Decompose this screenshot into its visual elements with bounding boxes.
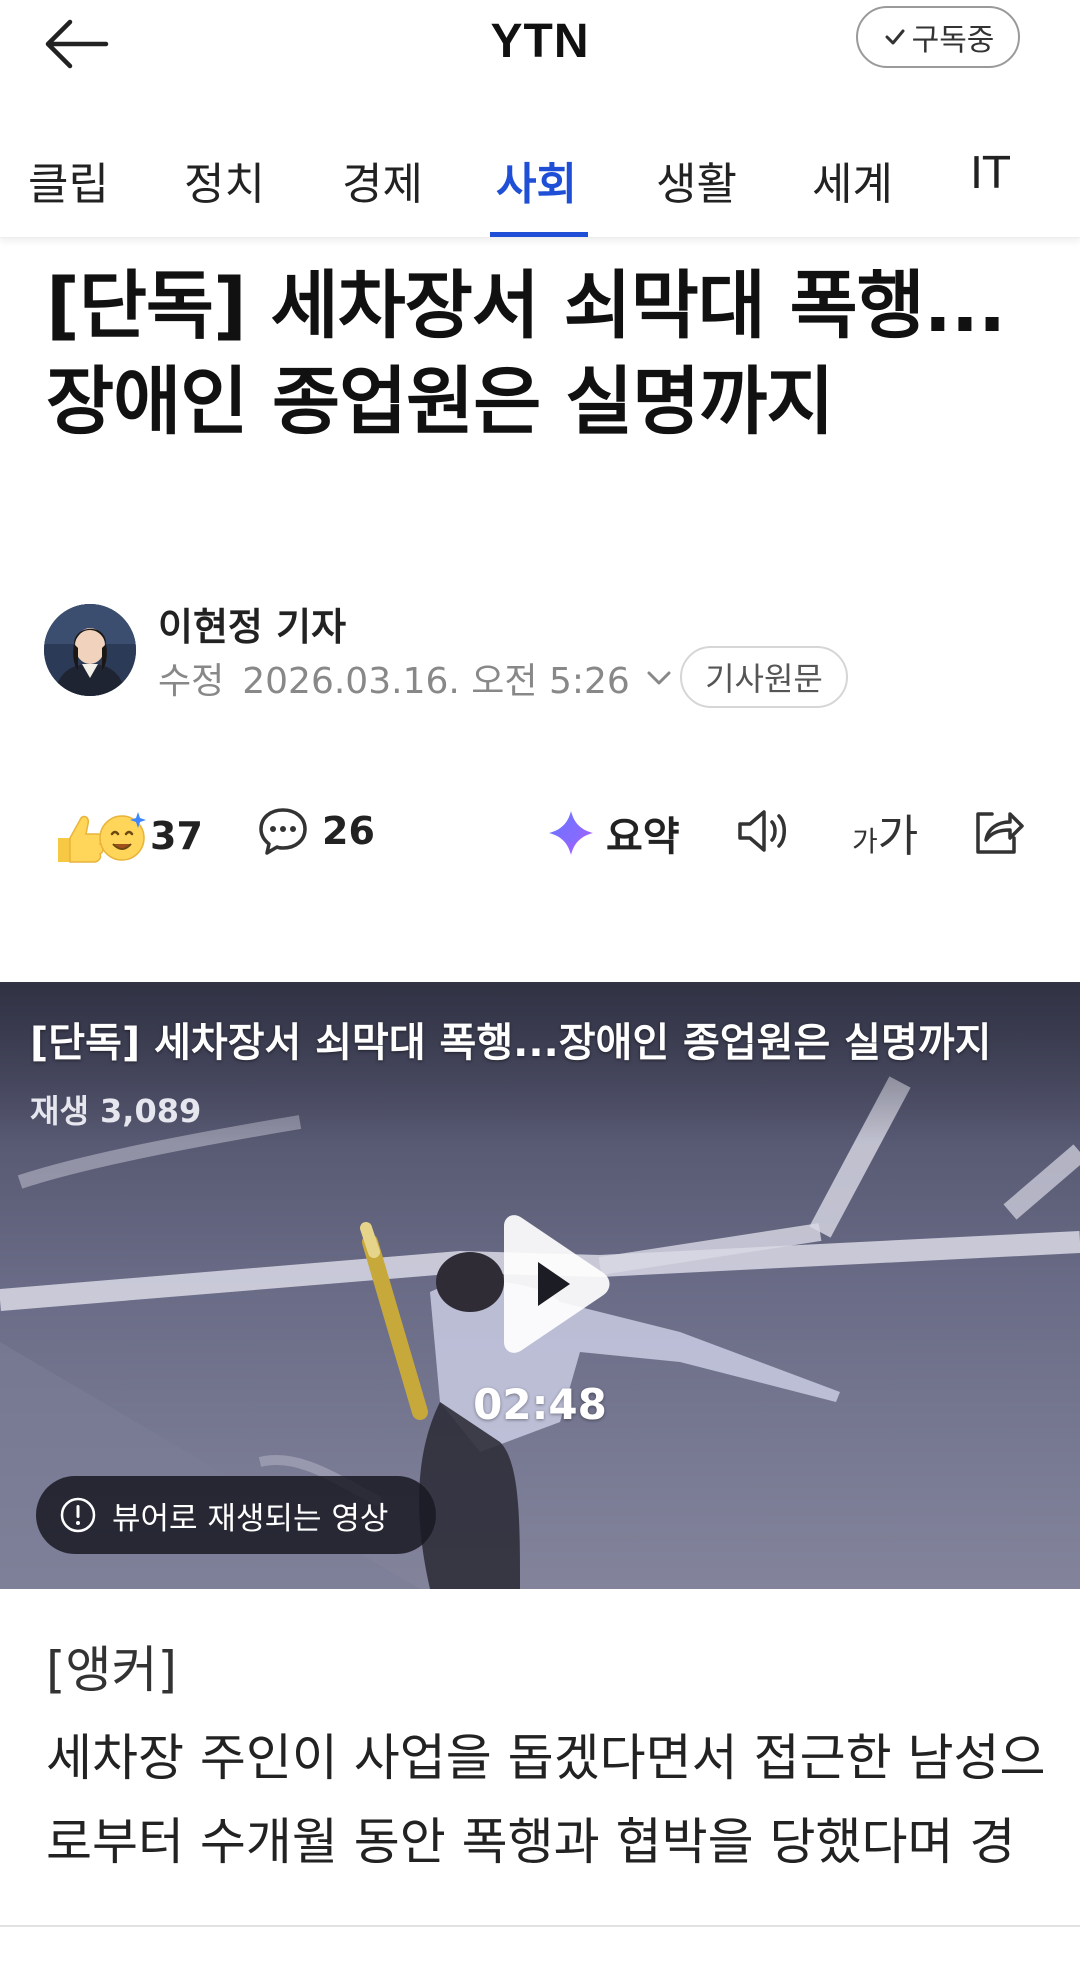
tab-life[interactable]: 생활	[656, 148, 737, 228]
reaction-count: 37	[150, 814, 203, 858]
video-duration: 02:48	[473, 1380, 607, 1429]
article-headline: [단독] 세차장서 쇠막대 폭행...장애인 종업원은 실명까지	[46, 263, 1006, 445]
info-icon	[60, 1497, 96, 1533]
comment-icon	[259, 808, 307, 855]
reaction-button[interactable]: 37	[50, 804, 203, 868]
tab-economy[interactable]: 경제	[342, 148, 423, 228]
article-page: YTN 구독중 클립 정치 경제 사회 생활 세계 IT [단독] 세차장서 쇠…	[0, 0, 1080, 1963]
bottom-bar-background	[0, 1895, 1080, 1963]
date-value: 2026.03.16. 오전 5:26	[242, 661, 630, 702]
original-article-button[interactable]: 기사원문	[680, 646, 848, 708]
play-icon[interactable]	[482, 1214, 614, 1354]
viewer-playback-notice[interactable]: 뷰어로 재생되는 영상	[36, 1476, 436, 1554]
viewer-note-label: 뷰어로 재생되는 영상	[112, 1500, 389, 1537]
tab-world[interactable]: 세계	[812, 148, 893, 228]
font-large-glyph: 가	[877, 811, 919, 862]
ai-summary-icon	[549, 811, 593, 855]
tab-it[interactable]: IT	[970, 148, 1010, 228]
tab-politics[interactable]: 정치	[184, 148, 265, 228]
subscribe-button[interactable]: 구독중	[856, 6, 1020, 68]
comment-button[interactable]: 26	[256, 804, 375, 858]
share-icon	[976, 812, 1024, 854]
video-view-count: 재생 3,089	[30, 1092, 202, 1130]
top-bar: YTN 구독중	[0, 0, 1080, 88]
date-label: 수정	[158, 661, 225, 702]
anchor-label: [앵커]	[46, 1641, 178, 1699]
summary-label: 요약	[606, 814, 680, 860]
share-button[interactable]	[970, 804, 1026, 862]
active-tab-indicator	[490, 232, 588, 237]
comment-count: 26	[322, 809, 375, 853]
listen-button[interactable]	[734, 804, 792, 862]
reporter-avatar[interactable]	[44, 604, 136, 696]
font-size-button[interactable]: 가가	[852, 800, 918, 864]
font-small-glyph: 가	[852, 825, 878, 858]
reaction-emoji-icon	[58, 812, 146, 863]
category-tabs: 클립 정치 경제 사회 생활 세계 IT	[0, 138, 1080, 238]
tab-clip[interactable]: 클립	[28, 148, 109, 228]
date-row[interactable]: 수정 2026.03.16. 오전 5:26	[158, 652, 676, 704]
check-icon	[885, 29, 905, 45]
bottom-divider	[0, 1925, 1080, 1927]
reporter-photo	[44, 604, 136, 696]
video-player[interactable]: [단독] 세차장서 쇠막대 폭행...장애인 종업원은 실명까지 재생 3,08…	[0, 982, 1080, 1589]
subscribe-label: 구독중	[911, 23, 995, 58]
reporter-name[interactable]: 이현정 기자	[158, 596, 346, 651]
action-bar: 37 26 요약 가가	[0, 796, 1080, 876]
tab-society[interactable]: 사회	[496, 148, 577, 228]
video-title: [단독] 세차장서 쇠막대 폭행...장애인 종업원은 실명까지	[30, 1020, 992, 1066]
summary-button[interactable]: 요약	[546, 804, 680, 862]
speaker-icon	[738, 810, 786, 852]
chevron-down-icon	[647, 671, 671, 685]
